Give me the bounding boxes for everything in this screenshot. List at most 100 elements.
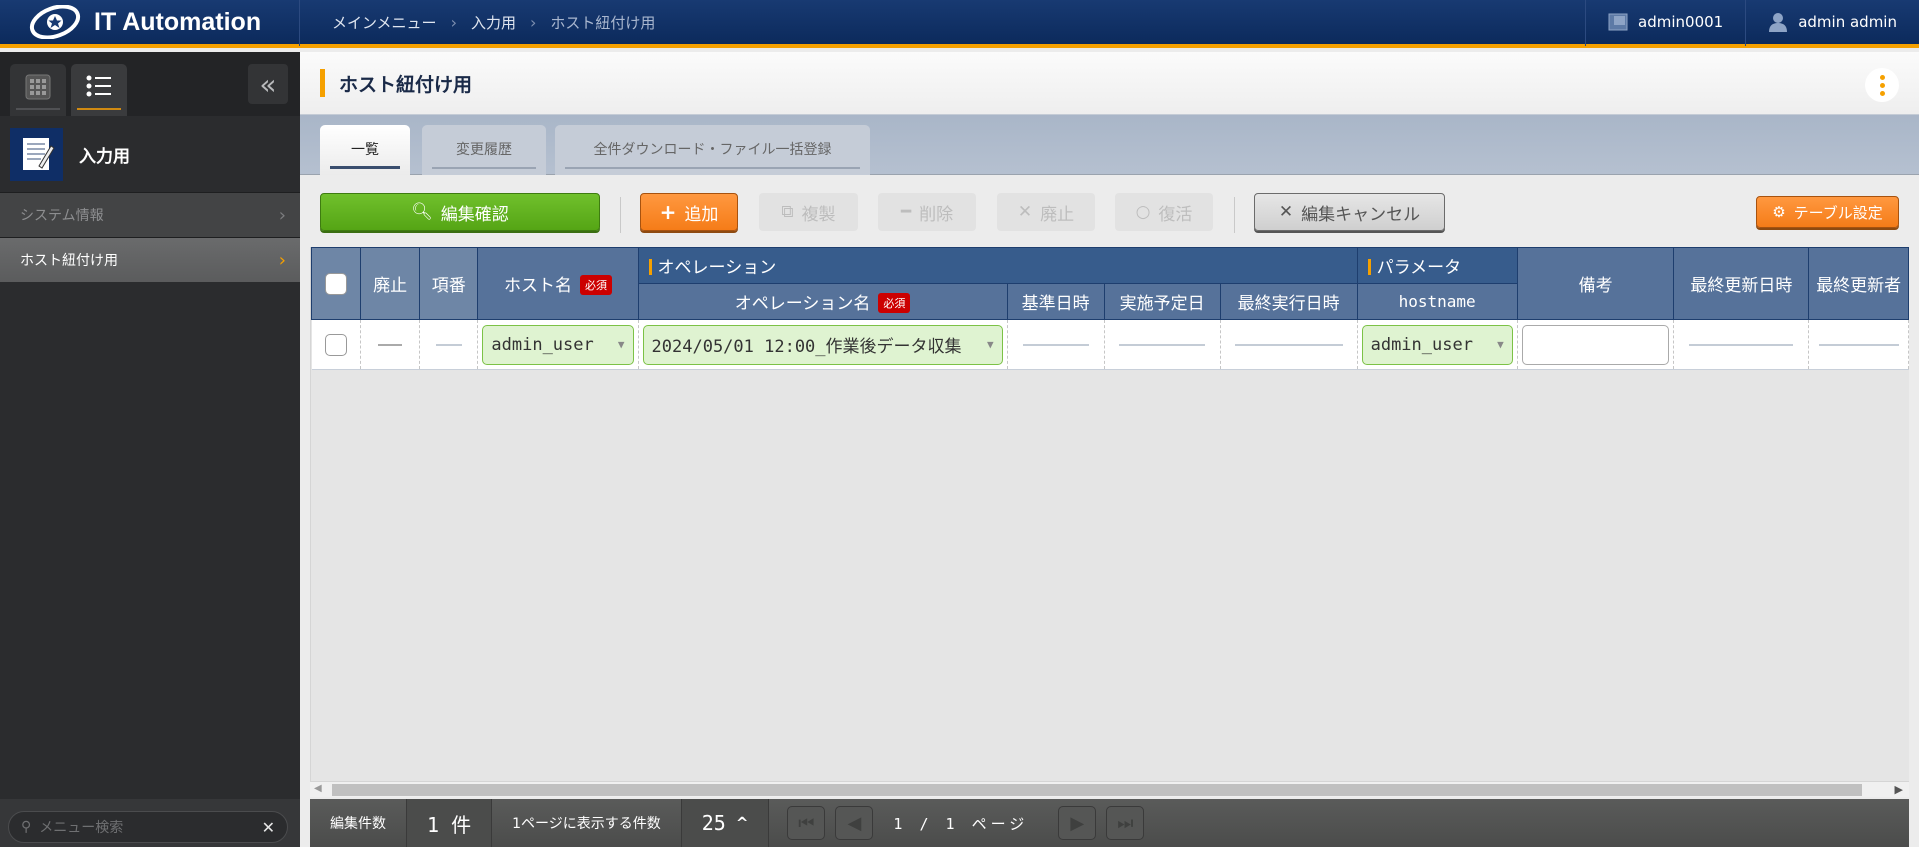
breadcrumb-main-menu[interactable]: メインメニュー [332, 12, 437, 33]
top-header: IT Automation メインメニュー › 入力用 › ホスト紐付け用 ad… [0, 0, 1919, 48]
collapse-sidebar-button[interactable]: « [248, 64, 288, 104]
cancel-edit-button[interactable]: ✕ 編集キャンセル [1254, 193, 1445, 231]
circle-icon: ○ [1135, 202, 1151, 222]
breadcrumb-current: ホスト紐付け用 [550, 13, 656, 32]
user-name: admin admin [1798, 13, 1897, 31]
page-info: 1 / 1 ページ [893, 814, 1029, 833]
list-icon [86, 75, 111, 97]
data-table: 廃止 項番 ホスト名 必須 オペレーション パラメータ 備考 最終更新日時 最終更… [311, 247, 1909, 370]
col-scheduled-date[interactable]: 実施予定日 [1103, 283, 1221, 320]
dropdown-arrow-icon: ▼ [987, 338, 994, 351]
page-title-bar: ホスト紐付け用 [300, 52, 1919, 115]
restore-button[interactable]: ○ 復活 [1115, 193, 1213, 231]
tab-list[interactable]: 一覧 [320, 125, 410, 175]
chevron-right-icon: › [278, 204, 286, 226]
gear-icon: ⚙ [1772, 203, 1786, 221]
col-hostname[interactable]: hostname [1356, 283, 1518, 320]
col-operation-name[interactable]: オペレーション名 必須 [637, 283, 1008, 320]
logo-icon [29, 5, 81, 39]
sidebar-group-label: 入力用 [79, 146, 130, 167]
select-value: admin_user [491, 334, 594, 355]
host-name-cell: admin_user ▼ [477, 319, 639, 370]
per-page-select[interactable]: 25 ^ [681, 799, 770, 847]
hostname-select[interactable]: admin_user ▼ [1361, 324, 1513, 365]
delete-button[interactable]: ━ 削除 [878, 193, 976, 231]
row-checkbox[interactable] [324, 333, 347, 356]
row-select-cell [311, 319, 362, 370]
clear-search-icon[interactable]: ✕ [262, 818, 275, 837]
col-host-name[interactable]: ホスト名 必須 [477, 247, 639, 320]
table-settings-button[interactable]: ⚙ テーブル設定 [1756, 196, 1899, 228]
item-no-cell [419, 319, 479, 370]
dropdown-arrow-icon: ▼ [1497, 338, 1504, 351]
sidebar-tab-list[interactable] [71, 64, 127, 116]
col-discard[interactable]: 廃止 [360, 247, 421, 320]
col-last-updated[interactable]: 最終更新日時 [1673, 247, 1810, 320]
edit-count-label: 編集件数 [310, 799, 407, 847]
per-page-label: 1ページに表示する件数 [492, 799, 682, 847]
select-all-checkbox[interactable] [325, 272, 348, 295]
scrollbar-thumb[interactable] [332, 784, 1862, 796]
per-page-value: 25 [701, 811, 726, 835]
tab-history[interactable]: 変更履歴 [422, 125, 546, 175]
workspace-icon [1608, 13, 1628, 31]
dropdown-arrow-icon: ▼ [617, 338, 625, 351]
group-label: オペレーション [657, 258, 777, 278]
button-label: 廃止 [1040, 204, 1075, 225]
toolbar: 🔍︎ 編集確認 + 追加 ⧉ 複製 ━ 削除 ✕ 廃止 ○ 復活 ✕ 編集キャンセル ⚙ テーブ… [300, 175, 1919, 252]
first-page-button[interactable]: ⏮ [787, 806, 826, 840]
title-accent [320, 69, 325, 97]
last-page-button[interactable]: ⏭ [1106, 806, 1145, 840]
breadcrumb-input[interactable]: 入力用 [471, 12, 516, 33]
confirm-edit-button[interactable]: 🔍︎ 編集確認 [320, 193, 600, 231]
discard-button[interactable]: ✕ 廃止 [997, 193, 1095, 231]
duplicate-button[interactable]: ⧉ 複製 [759, 193, 858, 231]
user-button[interactable]: admin admin [1745, 0, 1919, 46]
notepad-icon [10, 127, 63, 181]
chevron-up-icon: ^ [735, 814, 749, 832]
edit-count: 1 件 [407, 799, 493, 847]
search-icon: ⚲ [21, 819, 32, 835]
prev-page-icon: ◀ [847, 812, 862, 834]
col-item-no[interactable]: 項番 [419, 247, 479, 320]
sidebar-tab-grid[interactable] [10, 64, 66, 116]
col-remarks[interactable]: 備考 [1516, 247, 1675, 320]
app-logo[interactable]: IT Automation [0, 0, 300, 46]
next-page-icon: ▶ [1070, 812, 1085, 834]
scroll-left-icon[interactable]: ◀ [314, 783, 322, 794]
scheduled-date-cell [1104, 319, 1221, 370]
remarks-input[interactable] [1521, 324, 1670, 365]
last-page-icon: ⏭ [1117, 812, 1134, 834]
col-last-exec[interactable]: 最終実行日時 [1219, 283, 1358, 320]
discard-cell [360, 319, 421, 370]
operation-name-cell: 2024/05/01 12:00_作業後データ収集 ▼ [638, 319, 1008, 370]
col-base-datetime[interactable]: 基準日時 [1006, 283, 1105, 320]
sidebar-item-system-info[interactable]: システム情報 › [0, 192, 300, 237]
tab-label: 全件ダウンロード・ファイル一括登録 [593, 142, 832, 158]
horizontal-scrollbar[interactable]: ◀ ▶ [310, 781, 1909, 797]
required-badge: 必須 [878, 293, 911, 313]
add-button[interactable]: + 追加 [640, 193, 738, 231]
sidebar-item-label: システム情報 [20, 208, 104, 224]
minus-icon: ━ [900, 202, 912, 222]
header-label: オペレーション名 [734, 294, 871, 314]
button-label: テーブル設定 [1793, 203, 1883, 222]
workspace-button[interactable]: admin0001 [1585, 0, 1745, 46]
operation-name-select[interactable]: 2024/05/01 12:00_作業後データ収集 ▼ [642, 324, 1003, 365]
host-name-select[interactable]: admin_user ▼ [482, 324, 634, 365]
table-row: admin_user ▼ 2024/05/01 12:00_作業後データ収集 ▼ a… [311, 319, 1909, 370]
x-icon: ✕ [1278, 202, 1294, 222]
menu-search-input[interactable]: ⚲ メニュー検索 ✕ [8, 811, 288, 843]
select-value: 2024/05/01 12:00_作業後データ収集 [651, 337, 962, 357]
last-exec-cell [1220, 319, 1358, 370]
col-last-updated-by[interactable]: 最終更新者 [1808, 247, 1909, 320]
prev-page-button[interactable]: ◀ [835, 806, 874, 840]
scroll-right-icon[interactable]: ▶ [1895, 783, 1903, 796]
sidebar-item-host-binding[interactable]: ホスト紐付け用 › [0, 237, 300, 282]
more-menu-button[interactable] [1865, 68, 1899, 102]
tab-download-upload[interactable]: 全件ダウンロード・ファイル一括登録 [555, 125, 870, 175]
next-page-button[interactable]: ▶ [1058, 806, 1097, 840]
button-label: 追加 [684, 204, 719, 225]
workspace-name: admin0001 [1638, 13, 1724, 31]
double-chevron-left-icon: « [259, 67, 277, 101]
